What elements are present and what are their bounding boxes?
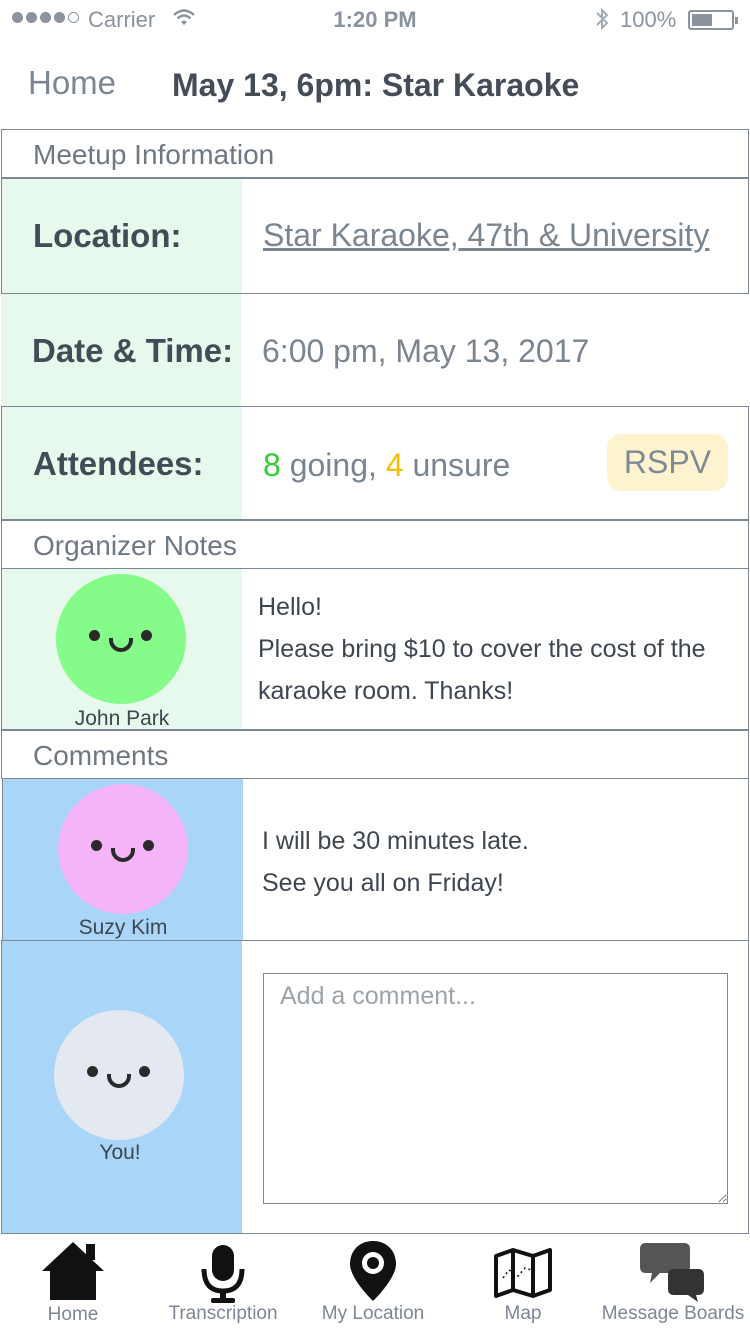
tab-label: Home [47,1304,99,1325]
attendees-summary: 8 going, 4 unsure [263,447,510,484]
chat-bubbles-icon [640,1241,706,1308]
going-count: 8 [263,447,281,483]
datetime-label: Date & Time: [32,332,234,369]
avatar [56,574,186,704]
location-label: Location: [33,217,182,254]
bluetooth-icon [594,6,610,38]
organizer-notes-header: Organizer Notes [1,520,749,569]
going-text: going, [280,447,386,483]
battery-percentage: 100% [620,7,677,32]
comment-item: Suzy Kim I will be 30 minutes late. See … [2,778,749,941]
new-comment-row: You! [1,940,749,1234]
attendees-label: Attendees: [33,445,204,482]
meetup-information-header: Meetup Information [1,129,749,178]
tab-label: Map [504,1303,542,1324]
comments-header: Comments [1,730,749,779]
tab-message-boards[interactable]: Message Boards [600,1234,746,1334]
tab-transcription[interactable]: Transcription [150,1234,296,1334]
tab-my-location[interactable]: My Location [300,1234,446,1334]
avatar [58,784,188,914]
datetime-row: Date & Time: 6:00 pm, May 13, 2017 [1,294,749,406]
tab-bar: Home Transcription My Location Map Messa… [0,1234,750,1334]
unsure-text: unsure [403,447,511,483]
organizer-note-text: Hello! Please bring $10 to cover the cos… [258,593,706,705]
organizer-name: John Park [74,707,170,730]
comment-avatar-cell: Suzy Kim [3,779,243,940]
avatar [54,1010,184,1140]
tab-label: My Location [321,1303,425,1324]
battery-icon [688,10,738,30]
back-button[interactable]: Home [28,64,116,102]
comment-input[interactable] [263,973,728,1204]
organizer-avatar-cell: John Park [2,569,242,730]
your-avatar-cell: You! [2,941,242,1233]
microphone-icon [199,1243,247,1308]
status-bar: Carrier 1:20 PM 100% [0,0,750,40]
page-title: May 13, 6pm: Star Karaoke [172,67,580,103]
tab-label: Message Boards [601,1303,745,1324]
home-icon [40,1240,106,1307]
tab-label: Transcription [168,1303,278,1324]
tab-home[interactable]: Home [0,1234,146,1334]
datetime-value: 6:00 pm, May 13, 2017 [262,333,590,369]
rsvp-button[interactable]: RSPV [607,434,728,491]
location-link[interactable]: Star Karaoke, 47th & University [263,217,709,254]
map-icon [494,1248,552,1303]
tab-map[interactable]: Map [450,1234,596,1334]
comment-text: I will be 30 minutes late. See you all o… [262,827,529,897]
unsure-count: 4 [385,447,404,483]
location-pin-icon [348,1239,398,1308]
navigation-bar: Home May 13, 6pm: Star Karaoke [0,40,750,128]
attendees-row: Attendees: 8 going, 4 unsure RSPV [1,406,749,520]
comment-author: Suzy Kim [78,916,168,939]
organizer-note: John Park Hello! Please bring $10 to cov… [1,568,749,730]
location-row: Location: Star Karaoke, 47th & Universit… [1,178,749,294]
your-name: You! [99,1141,141,1164]
